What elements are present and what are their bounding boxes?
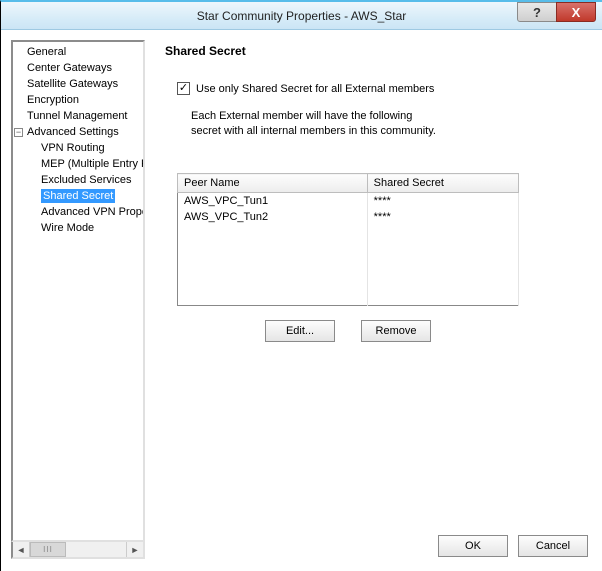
tree-item-satellite-gateways[interactable]: Satellite Gateways [13, 76, 143, 92]
tree-item-label: Encryption [27, 93, 79, 107]
use-shared-secret-checkbox-row[interactable]: ✓ Use only Shared Secret for all Externa… [177, 82, 586, 95]
desc-line: Each External member will have the follo… [191, 110, 412, 122]
scroll-left-icon[interactable]: ◄ [13, 542, 30, 557]
close-button[interactable]: X [556, 2, 596, 22]
table-buttons: Edit... Remove [177, 320, 519, 342]
tree-horizontal-scrollbar[interactable]: ◄ III ► [11, 542, 145, 559]
split-layout: General Center Gateways Satellite Gatewa… [11, 40, 592, 559]
tree-item-excluded-services[interactable]: Excluded Services [13, 172, 143, 188]
tree-item-encryption[interactable]: Encryption [13, 92, 143, 108]
client-area: General Center Gateways Satellite Gatewa… [1, 32, 602, 571]
table-row[interactable]: AWS_VPC_Tun2 **** [178, 209, 519, 225]
table-row-empty [178, 273, 519, 289]
help-button[interactable]: ? [517, 2, 557, 22]
table-row-empty [178, 289, 519, 305]
scroll-right-icon[interactable]: ► [126, 542, 143, 557]
tree-item-mep[interactable]: MEP (Multiple Entry Point) [13, 156, 143, 172]
tree-item-label: Wire Mode [41, 221, 94, 235]
cancel-button[interactable]: Cancel [518, 535, 588, 557]
cell-shared-secret: **** [367, 209, 518, 225]
tree-item-label: VPN Routing [41, 141, 105, 155]
tree-item-center-gateways[interactable]: Center Gateways [13, 60, 143, 76]
table-row[interactable]: AWS_VPC_Tun1 **** [178, 193, 519, 210]
tree-item-general[interactable]: General [13, 44, 143, 60]
table-row-empty [178, 257, 519, 273]
page-heading: Shared Secret [165, 44, 586, 58]
window-title: Star Community Properties - AWS_Star [1, 9, 602, 23]
tree-item-advanced-vpn[interactable]: Advanced VPN Properties [13, 204, 143, 220]
description-text: Each External member will have the follo… [191, 109, 586, 139]
cell-peer-name: AWS_VPC_Tun1 [178, 193, 368, 210]
column-header-shared-secret[interactable]: Shared Secret [367, 174, 518, 193]
desc-line: secret with all internal members in this… [191, 125, 436, 137]
checkbox-label: Use only Shared Secret for all External … [196, 83, 434, 95]
tree-item-label: Tunnel Management [27, 109, 128, 123]
tree-item-label: Advanced VPN Properties [41, 205, 145, 219]
dialog-buttons: OK Cancel [438, 535, 588, 557]
ok-button[interactable]: OK [438, 535, 508, 557]
tree-item-shared-secret[interactable]: Shared Secret [13, 188, 143, 204]
dialog-window: Star Community Properties - AWS_Star ? X… [0, 0, 602, 571]
peers-table[interactable]: Peer Name Shared Secret AWS_VPC_Tun1 ***… [177, 173, 519, 306]
column-header-peer-name[interactable]: Peer Name [178, 174, 368, 193]
cell-shared-secret: **** [367, 193, 518, 210]
tree-item-tunnel-management[interactable]: Tunnel Management [13, 108, 143, 124]
checkbox-checkmark-icon[interactable]: ✓ [177, 82, 190, 95]
tree-item-label: Advanced Settings [27, 125, 119, 139]
tree-item-label: Excluded Services [41, 173, 132, 187]
tree-item-label: Satellite Gateways [27, 77, 118, 91]
remove-button[interactable]: Remove [361, 320, 431, 342]
tree-item-vpn-routing[interactable]: VPN Routing [13, 140, 143, 156]
window-controls: ? X [517, 2, 596, 29]
scroll-thumb[interactable]: III [30, 542, 66, 557]
tree-item-label: General [27, 45, 66, 59]
tree-item-label: MEP (Multiple Entry Point) [41, 157, 145, 171]
tree-item-wire-mode[interactable]: Wire Mode [13, 220, 143, 236]
tree-item-label: Shared Secret [41, 189, 115, 203]
cell-peer-name: AWS_VPC_Tun2 [178, 209, 368, 225]
content-panel: Shared Secret ✓ Use only Shared Secret f… [145, 40, 592, 559]
collapse-icon[interactable]: − [14, 128, 23, 137]
table-row-empty [178, 225, 519, 241]
title-bar: Star Community Properties - AWS_Star ? X [1, 2, 602, 30]
edit-button[interactable]: Edit... [265, 320, 335, 342]
nav-tree[interactable]: General Center Gateways Satellite Gatewa… [11, 40, 145, 542]
tree-item-label: Center Gateways [27, 61, 112, 75]
nav-tree-wrap: General Center Gateways Satellite Gatewa… [11, 40, 145, 559]
tree-item-advanced-settings[interactable]: − Advanced Settings [13, 124, 143, 140]
table-row-empty [178, 241, 519, 257]
